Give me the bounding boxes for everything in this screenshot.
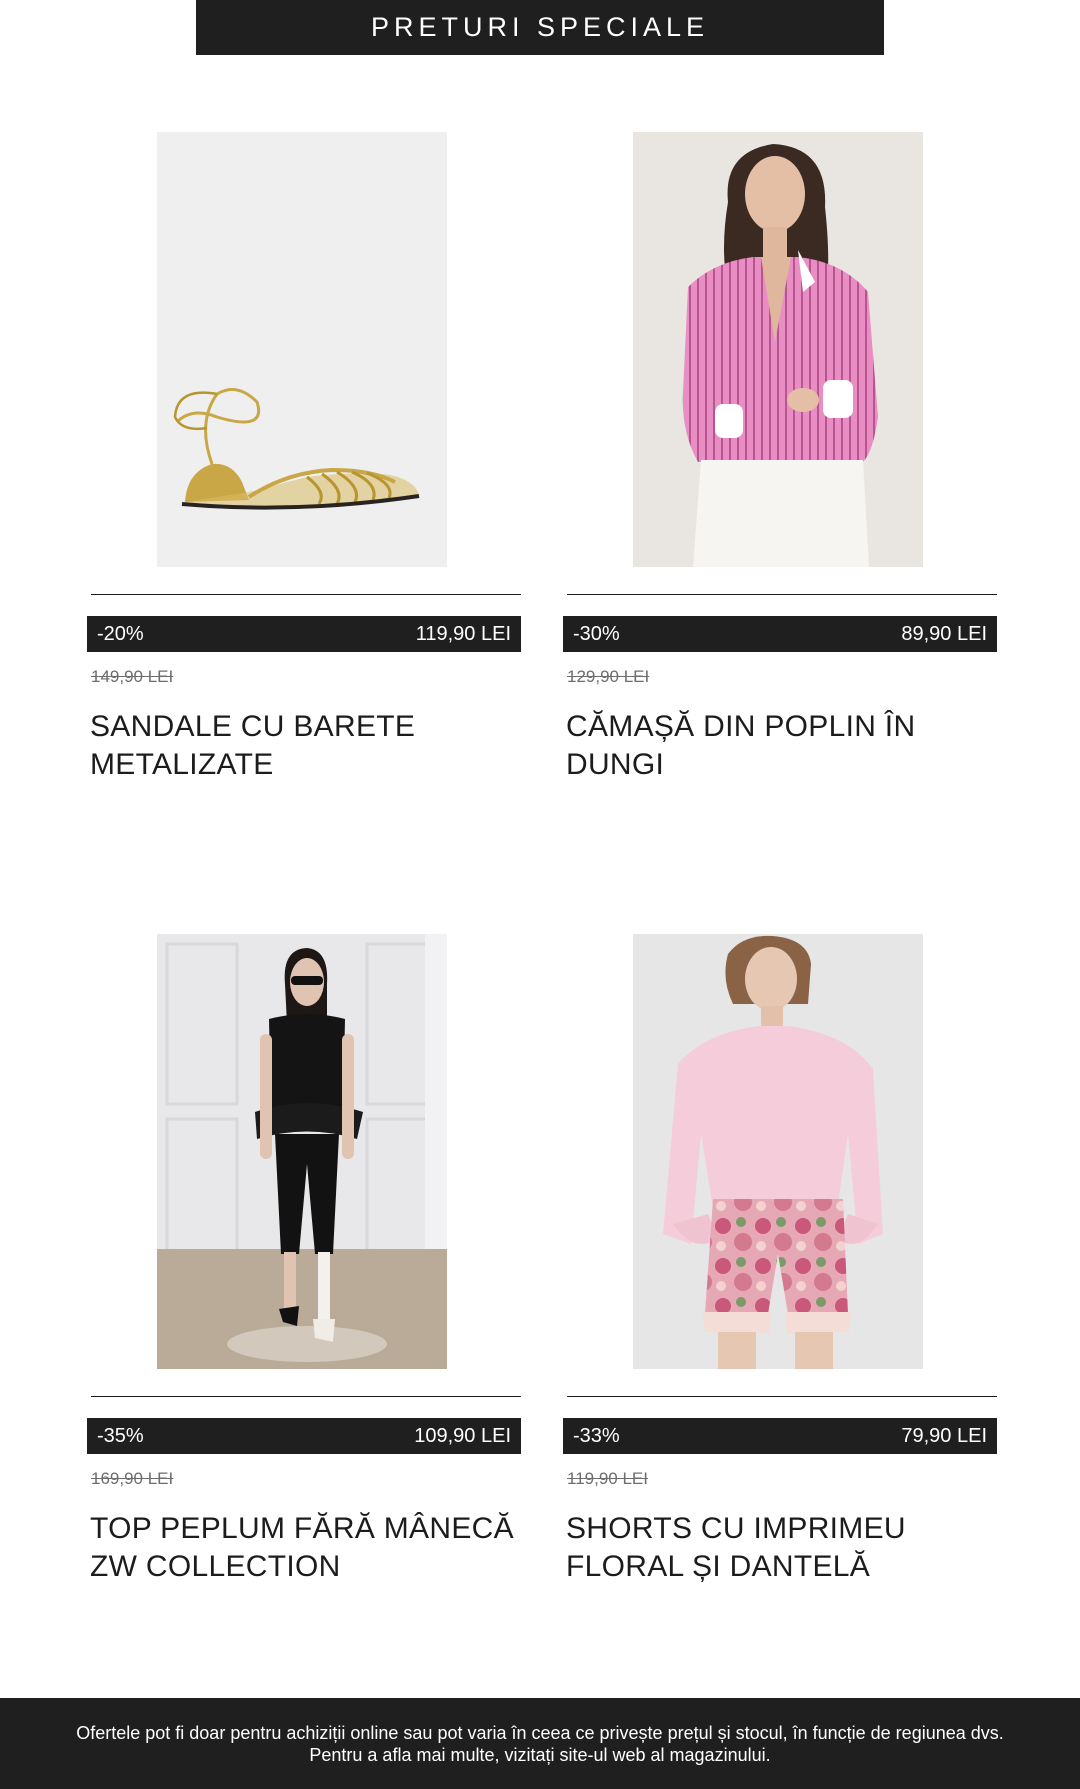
sale-price: 89,90 LEI xyxy=(901,622,987,645)
divider xyxy=(91,594,521,595)
original-price: 129,90 LEI xyxy=(567,667,650,686)
product-image[interactable] xyxy=(633,934,923,1369)
discount-badge: -35% xyxy=(97,1424,144,1447)
product-title[interactable]: TOP PEPLUM FĂRĂ MÂNECĂ ZW COLLECTION xyxy=(90,1510,520,1586)
divider xyxy=(567,1396,997,1397)
product-image[interactable] xyxy=(157,934,447,1369)
footer-disclaimer: Ofertele pot fi doar pentru achiziții on… xyxy=(0,1698,1080,1789)
original-price: 149,90 LEI xyxy=(91,667,174,686)
product-image[interactable] xyxy=(633,132,923,567)
sale-price: 79,90 LEI xyxy=(901,1424,987,1447)
disclaimer-text: Ofertele pot fi doar pentru achiziții on… xyxy=(76,1722,1004,1765)
price-bar: -35% 109,90 LEI xyxy=(87,1418,521,1454)
divider xyxy=(567,594,997,595)
product-image[interactable] xyxy=(157,132,447,567)
discount-badge: -20% xyxy=(97,622,144,645)
product-title[interactable]: SANDALE CU BARETE METALIZATE xyxy=(90,708,520,784)
price-bar: -33% 79,90 LEI xyxy=(563,1418,997,1454)
sale-price: 109,90 LEI xyxy=(414,1424,511,1447)
original-price: 119,90 LEI xyxy=(567,1469,648,1488)
price-bar: -20% 119,90 LEI xyxy=(87,616,521,652)
product-title[interactable]: SHORTS CU IMPRIMEU FLORAL ȘI DANTELĂ xyxy=(566,1510,996,1586)
divider xyxy=(91,1396,521,1397)
email-page: PRETURI SPECIALE -20% 119,90 LEI 149,90 … xyxy=(0,0,1080,1789)
discount-badge: -30% xyxy=(573,622,620,645)
sale-price: 119,90 LEI xyxy=(415,622,511,645)
header-title: PRETURI SPECIALE xyxy=(370,12,710,42)
discount-badge: -33% xyxy=(573,1424,620,1447)
product-title[interactable]: CĂMAȘĂ DIN POPLIN ÎN DUNGI xyxy=(566,708,996,784)
price-bar: -30% 89,90 LEI xyxy=(563,616,997,652)
header-banner: PRETURI SPECIALE xyxy=(196,0,884,55)
original-price: 169,90 LEI xyxy=(91,1469,174,1488)
